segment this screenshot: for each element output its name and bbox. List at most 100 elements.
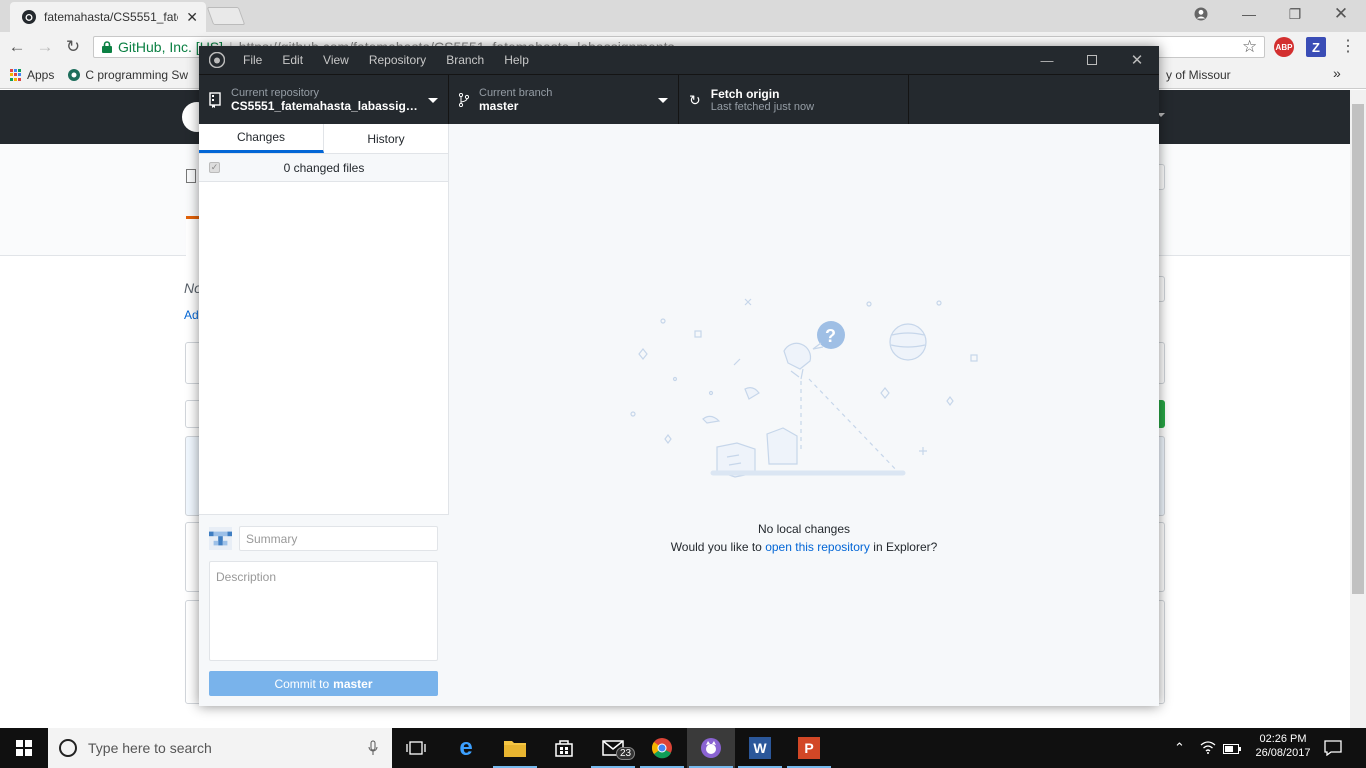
current-repository-selector[interactable]: Current repository CS5551_fatemahasta_la… (199, 75, 449, 125)
browser-tab-title: fatemahasta/CS5551_fatemahasta_labassign… (44, 10, 178, 24)
battery-icon[interactable] (1223, 742, 1241, 757)
close-window-icon[interactable]: ✕ (1318, 0, 1364, 28)
last-fetched-text: Last fetched just now (710, 101, 815, 113)
prompt-text: in Explorer? (873, 540, 938, 554)
current-branch-selector[interactable]: Current branch master (449, 75, 679, 125)
bookmark-star-icon[interactable]: ☆ (1242, 37, 1257, 57)
taskbar-search-box[interactable]: Type here to search (48, 728, 392, 768)
word-icon[interactable]: W (736, 728, 784, 768)
open-repository-link[interactable]: open this repository (765, 540, 870, 554)
fetch-origin-button[interactable]: ↻ Fetch origin Last fetched just now (679, 75, 909, 125)
avatar (209, 527, 232, 550)
powerpoint-icon[interactable]: P (785, 728, 833, 768)
sidebar-tabs: Changes History (199, 124, 448, 154)
windows-logo-icon (16, 740, 32, 756)
menu-help[interactable]: Help (494, 53, 539, 67)
clock-time: 02:26 PM (1259, 733, 1307, 745)
clock[interactable]: 02:26 PM 26/08/2017 (1248, 733, 1318, 759)
changed-files-count: 0 changed files (283, 160, 365, 175)
wifi-icon[interactable] (1200, 740, 1216, 757)
repo-icon (209, 92, 221, 108)
bookmark-apps[interactable]: Apps (10, 68, 54, 82)
cortana-icon (59, 739, 77, 757)
store-icon[interactable] (540, 728, 588, 768)
desktop-maximize-icon[interactable] (1070, 46, 1114, 74)
site-favicon-icon (68, 69, 81, 81)
github-logo-icon (22, 10, 36, 24)
menu-edit[interactable]: Edit (272, 53, 313, 67)
github-desktop-window: File Edit View Repository Branch Help — … (199, 46, 1159, 706)
back-icon[interactable]: ← (4, 32, 30, 62)
bookmark-label: Apps (27, 68, 55, 82)
page-scrollbar-thumb[interactable] (1352, 104, 1364, 594)
clock-date: 26/08/2017 (1255, 747, 1311, 759)
desktop-titlebar: File Edit View Repository Branch Help (199, 46, 1159, 74)
changes-sidebar: Changes History ✓ 0 changed files Summar… (199, 124, 449, 706)
chevron-down-icon (428, 97, 438, 103)
commit-message-area: Summary Description Commit to master (199, 514, 449, 706)
no-changes-illustration: ? (630, 298, 978, 478)
no-local-changes-title: No local changes (757, 522, 851, 536)
restore-icon[interactable]: ❐ (1272, 0, 1318, 28)
blank-slate-panel: ? No local changes Would you like to ope… (449, 124, 1159, 706)
reload-icon[interactable]: ↻ (60, 32, 86, 62)
browser-tab[interactable]: fatemahasta/CS5551_fatemahasta_labassign… (10, 2, 206, 32)
file-explorer-icon[interactable] (491, 728, 539, 768)
repo-nav-tab[interactable] (186, 216, 200, 256)
mail-badge: 23 (616, 747, 636, 760)
changed-files-header: ✓ 0 changed files (199, 154, 448, 182)
open-repository-prompt: Would you like to open this repository i… (449, 540, 1159, 554)
desktop-close-icon[interactable]: ✕ (1115, 46, 1159, 74)
start-button[interactable] (0, 728, 48, 768)
z-extension-icon[interactable]: Z (1306, 37, 1326, 57)
menu-repository[interactable]: Repository (359, 53, 436, 67)
microphone-icon[interactable] (368, 740, 378, 756)
notifications-icon[interactable] (1324, 740, 1342, 759)
edge-browser-icon[interactable]: e (442, 728, 490, 768)
repository-toolbar: Current repository CS5551_fatemahasta_la… (199, 74, 1159, 125)
branch-icon (459, 93, 469, 107)
menu-view[interactable]: View (313, 53, 359, 67)
add-topics-link[interactable]: Ad (184, 308, 199, 322)
svg-text:?: ? (825, 326, 836, 346)
repo-book-icon (186, 169, 196, 183)
apps-grid-icon (10, 69, 22, 81)
chevron-down-icon (658, 97, 668, 103)
github-logo-icon (209, 52, 225, 68)
chrome-menu-icon[interactable]: ⋮ (1340, 36, 1356, 56)
select-all-checkbox[interactable]: ✓ (209, 162, 220, 173)
tab-changes[interactable]: Changes (199, 124, 324, 153)
task-view-icon[interactable] (392, 728, 440, 768)
menu-file[interactable]: File (233, 53, 272, 67)
search-placeholder: Type here to search (88, 740, 212, 756)
prompt-text: Would you like to (670, 540, 762, 554)
adblock-icon[interactable]: ABP (1274, 37, 1294, 57)
bookmark-label: C programming Sw (85, 68, 189, 82)
chevron-up-icon[interactable]: ⌃ (1174, 740, 1185, 756)
forward-icon[interactable]: → (32, 32, 58, 62)
desktop-minimize-icon[interactable]: — (1025, 46, 1069, 74)
current-branch-label: Current branch (479, 87, 553, 99)
github-desktop-icon[interactable] (687, 728, 735, 768)
close-tab-icon[interactable]: ✕ (186, 9, 198, 26)
summary-input[interactable]: Summary (239, 526, 438, 551)
current-repository-name: CS5551_fatemahasta_labassignm... (231, 99, 418, 113)
current-branch-name: master (479, 99, 519, 113)
new-tab-button[interactable] (206, 7, 246, 25)
fetch-origin-label: Fetch origin (710, 87, 780, 101)
commit-button-label: Commit to (274, 676, 330, 691)
more-bookmarks-icon[interactable]: » (1333, 65, 1341, 81)
commit-branch-name: master (333, 676, 373, 691)
tab-history[interactable]: History (324, 124, 448, 153)
chrome-icon[interactable] (638, 728, 686, 768)
commit-button[interactable]: Commit to master (209, 671, 438, 696)
mail-icon[interactable]: 23 (589, 728, 637, 768)
bookmark-university[interactable]: y of Missour (1166, 68, 1231, 82)
profile-icon[interactable] (1178, 0, 1224, 28)
menu-branch[interactable]: Branch (436, 53, 494, 67)
description-input[interactable]: Description (209, 561, 438, 661)
bookmark-c-programming[interactable]: C programming Sw (68, 68, 188, 82)
minimize-icon[interactable]: — (1226, 0, 1272, 28)
sync-icon: ↻ (689, 91, 701, 108)
current-repository-label: Current repository (231, 87, 320, 99)
